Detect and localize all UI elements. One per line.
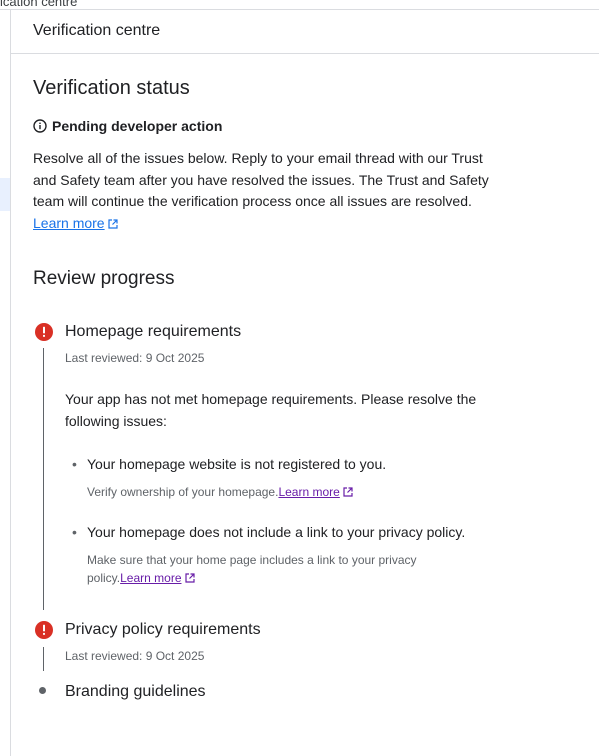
step-description: Your app has not met homepage requiremen… bbox=[65, 391, 477, 429]
external-link-icon bbox=[184, 570, 195, 588]
timeline-connector bbox=[43, 348, 44, 610]
sidebar-border bbox=[10, 9, 11, 756]
learn-more-link[interactable]: Learn more bbox=[120, 571, 181, 585]
error-icon bbox=[35, 621, 53, 639]
step-title-branding: Branding guidelines bbox=[65, 683, 206, 700]
issue-title: Your homepage does not include a link to… bbox=[87, 524, 466, 540]
last-reviewed: Last reviewed: 9 Oct 2025 bbox=[65, 649, 205, 663]
learn-more-label: Learn more bbox=[278, 485, 340, 499]
learn-more-label: Learn more bbox=[120, 571, 182, 585]
status-text: Pending developer action bbox=[52, 118, 223, 134]
issue-detail: Make sure that your home page includes a… bbox=[87, 551, 447, 588]
error-icon bbox=[35, 323, 53, 341]
status-description: Resolve all of the issues below. Reply t… bbox=[33, 148, 503, 235]
status-description-text: Resolve all of the issues below. Reply t… bbox=[33, 150, 489, 209]
external-link-icon bbox=[343, 484, 353, 502]
sidebar-selected-indicator[interactable] bbox=[0, 178, 10, 211]
external-link-icon bbox=[107, 214, 118, 236]
last-reviewed: Last reviewed: 9 Oct 2025 bbox=[65, 351, 205, 365]
pending-step-dot bbox=[39, 687, 46, 694]
bullet-icon: • bbox=[72, 524, 77, 540]
issue-detail-text: Verify ownership of your homepage. bbox=[87, 485, 279, 499]
issue-detail: Verify ownership of your homepage.Learn … bbox=[87, 483, 447, 502]
bullet-icon: • bbox=[72, 456, 77, 472]
info-icon bbox=[33, 119, 47, 133]
issue-title: Your homepage website is not registered … bbox=[87, 456, 387, 472]
learn-more-label: Learn more bbox=[33, 214, 105, 231]
page-title: Verification centre bbox=[33, 22, 161, 39]
breadcrumb: ication centre bbox=[0, 0, 78, 9]
learn-more-link[interactable]: Learn more bbox=[33, 215, 105, 231]
step-title-privacy-policy: Privacy policy requirements bbox=[65, 621, 261, 638]
page-header: Verification centre bbox=[11, 10, 599, 54]
learn-more-link[interactable]: Learn more bbox=[278, 485, 339, 499]
step-title-homepage: Homepage requirements bbox=[65, 323, 242, 340]
verification-status-heading: Verification status bbox=[33, 77, 190, 99]
status-badge: Pending developer action bbox=[33, 118, 222, 134]
review-progress-heading: Review progress bbox=[33, 268, 175, 289]
timeline-connector bbox=[43, 647, 44, 671]
